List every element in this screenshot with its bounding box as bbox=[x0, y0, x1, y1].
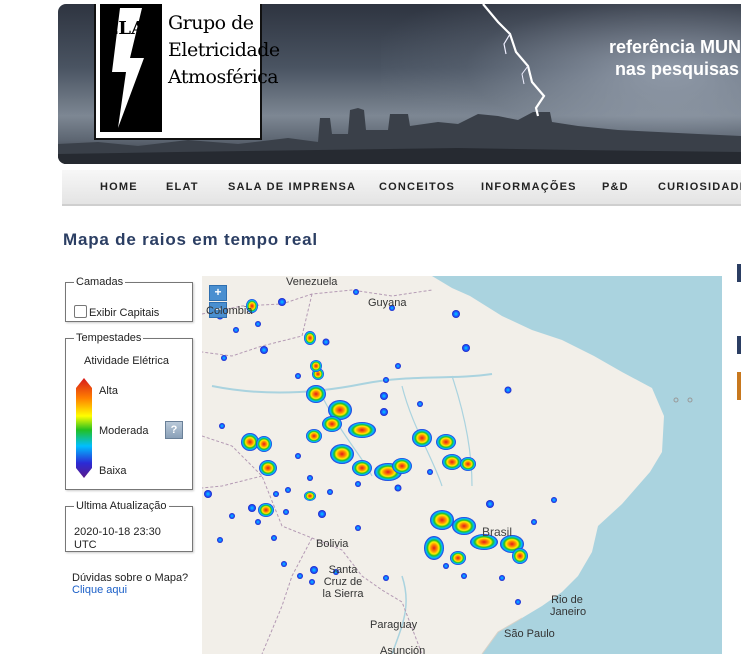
nav-elat[interactable]: ELAT bbox=[166, 181, 199, 193]
logo-letters: ELAT bbox=[105, 18, 158, 39]
activity-subtitle: Atividade Elétrica bbox=[84, 355, 169, 367]
nav-informacoes[interactable]: INFORMAÇÕES bbox=[481, 181, 577, 193]
edge-mark bbox=[737, 372, 741, 400]
scale-label-high: Alta bbox=[99, 385, 118, 397]
page-title: Mapa de raios em tempo real bbox=[63, 230, 318, 249]
show-capitals-checkbox[interactable] bbox=[74, 305, 87, 318]
label-venezuela: Venezuela bbox=[286, 276, 338, 288]
storms-legend: Tempestades bbox=[76, 332, 142, 344]
label-paraguay: Paraguay bbox=[370, 619, 418, 631]
edge-mark bbox=[737, 336, 741, 354]
scale-label-low: Baixa bbox=[99, 465, 127, 477]
nav-conceitos[interactable]: CONCEITOS bbox=[379, 181, 455, 193]
layers-panel: Camadas Exibir Capitais bbox=[65, 276, 193, 322]
label-brasil: Brasil bbox=[482, 525, 513, 539]
main-nav: HOME ELAT SALA DE IMPRENSA CONCEITOS INF… bbox=[62, 170, 741, 206]
scale-label-moderate: Moderada bbox=[99, 425, 149, 437]
last-update-value: 2020-10-18 23:30 UTC bbox=[74, 526, 161, 551]
elat-logo[interactable]: ELAT Grupo de Eletricidade Atmosférica bbox=[94, 4, 280, 140]
nav-curiosidades[interactable]: CURIOSIDADE bbox=[658, 181, 741, 193]
logo-title: Grupo de Eletricidade Atmosférica bbox=[168, 12, 280, 88]
map-help-link[interactable]: Clique aqui bbox=[72, 584, 188, 596]
nav-home[interactable]: HOME bbox=[100, 181, 138, 193]
zoom-in-button[interactable]: + bbox=[209, 285, 227, 301]
map-help: Dúvidas sobre o Mapa? Clique aqui bbox=[72, 572, 188, 596]
header-banner: ELAT Grupo de Eletricidade Atmosférica r… bbox=[58, 4, 741, 164]
label-rio-de-janeiro: Rio de Janeiro bbox=[550, 594, 587, 618]
label-colombia: Colombia bbox=[206, 305, 253, 317]
banner-slogan: referência MUN nas pesquisas bbox=[608, 37, 741, 79]
activity-color-scale bbox=[76, 378, 92, 478]
lightning-map[interactable]: + − Venezuela Guyana Colombia Bolivia Sa… bbox=[202, 276, 722, 654]
label-asuncion: Asunción bbox=[380, 645, 426, 654]
storms-panel: Tempestades Atividade Elétrica Alta Mode… bbox=[65, 332, 193, 490]
label-santa-cruz: Santa Cruz de la Sierra bbox=[322, 564, 364, 600]
layers-legend: Camadas bbox=[76, 276, 124, 288]
show-capitals-label[interactable]: Exibir Capitais bbox=[89, 307, 159, 319]
last-update-legend: Ultima Atualização bbox=[76, 500, 167, 512]
last-update-panel: Ultima Atualização 2020-10-18 23:30 UTC bbox=[65, 500, 193, 552]
question-icon[interactable]: ? bbox=[165, 421, 183, 439]
edge-mark bbox=[737, 264, 741, 282]
nav-pd[interactable]: P&D bbox=[602, 181, 629, 193]
label-bolivia: Bolivia bbox=[316, 538, 349, 550]
map-base bbox=[202, 276, 693, 654]
elat-logo-mark: ELAT bbox=[100, 4, 162, 132]
map-help-question: Dúvidas sobre o Mapa? bbox=[72, 572, 189, 584]
nav-sala-de-imprensa[interactable]: SALA DE IMPRENSA bbox=[228, 181, 356, 193]
label-sao-paulo: São Paulo bbox=[504, 628, 555, 640]
label-guyana: Guyana bbox=[368, 297, 407, 309]
